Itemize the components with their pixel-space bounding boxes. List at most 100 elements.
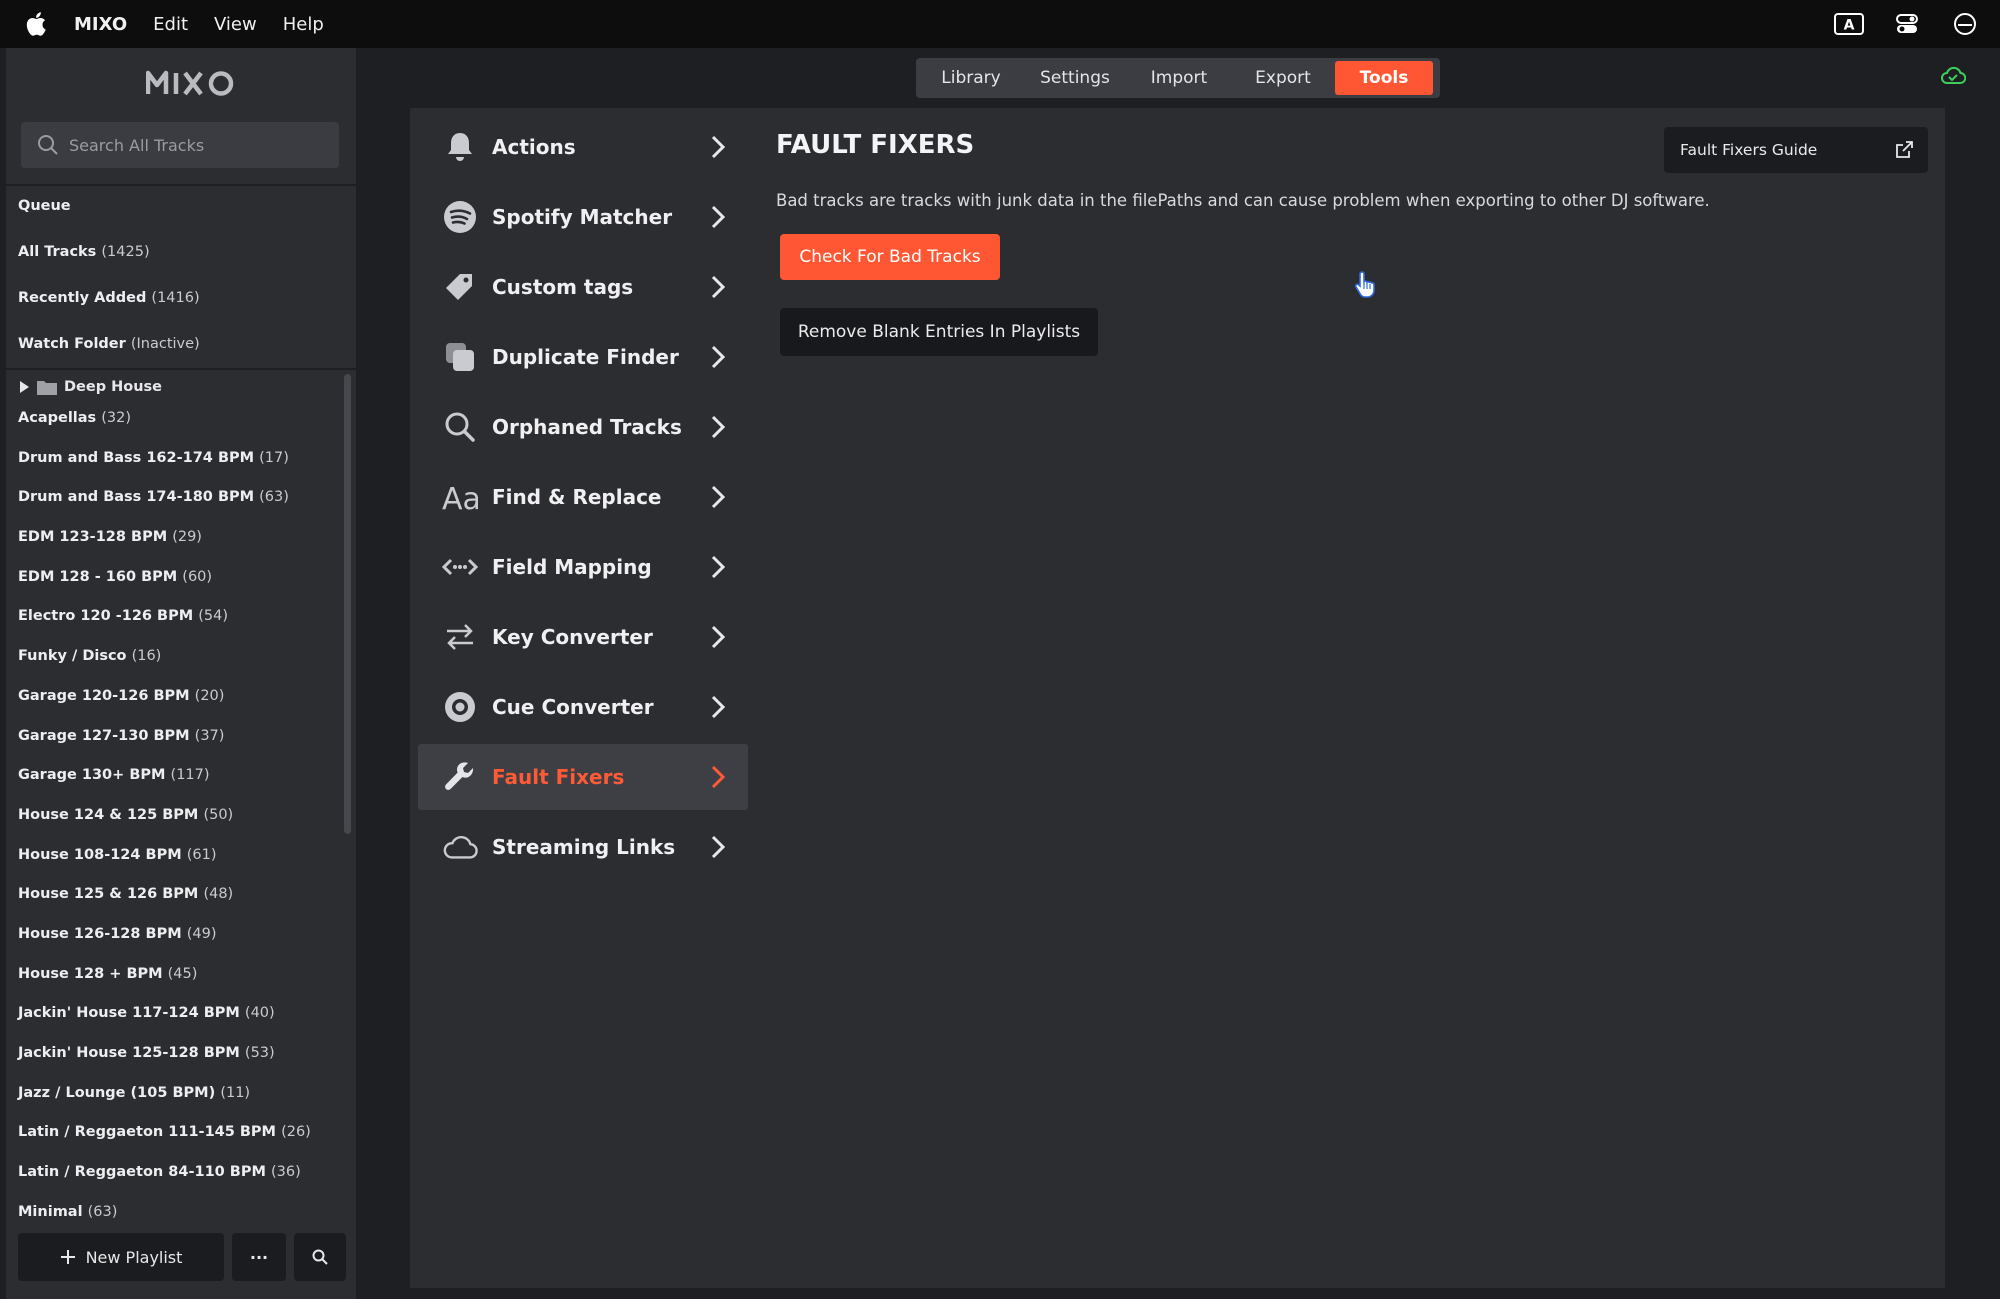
page-title: FAULT FIXERS: [776, 130, 975, 160]
target-icon: [442, 689, 478, 725]
folder-deep-house[interactable]: Deep House: [18, 378, 162, 396]
search-icon: [38, 135, 58, 155]
tab-library[interactable]: Library: [919, 61, 1023, 95]
library-watch-folder[interactable]: Watch Folder (Inactive): [18, 336, 200, 352]
tag-icon: [442, 269, 478, 305]
playlist-item[interactable]: Drum and Bass 174-180 BPM (63): [18, 489, 338, 529]
check-bad-tracks-button[interactable]: Check For Bad Tracks: [780, 234, 1000, 280]
tab-import[interactable]: Import: [1127, 61, 1231, 95]
new-playlist-button[interactable]: New Playlist: [18, 1233, 224, 1281]
bell-icon: [442, 129, 478, 165]
svg-text:Aa: Aa: [442, 482, 478, 512]
caret-right-icon[interactable]: [18, 380, 30, 394]
playlist-item[interactable]: House 108-124 BPM (61): [18, 847, 338, 887]
wrench-icon: [442, 759, 478, 795]
playlist-item[interactable]: Jackin' House 117-124 BPM (40): [18, 1005, 338, 1045]
chevron-right-icon: [711, 695, 726, 719]
svg-text:A: A: [1844, 18, 1855, 34]
library-queue[interactable]: Queue: [18, 198, 71, 214]
search-icon: [312, 1249, 328, 1265]
search-icon: [442, 409, 478, 445]
playlist-item[interactable]: Garage 127-130 BPM (37): [18, 728, 338, 768]
tool-find-replace[interactable]: Aa Find & Replace: [418, 464, 748, 530]
playlist-item[interactable]: Latin / Reggaeton 111-145 BPM (26): [18, 1124, 338, 1164]
playlist-item[interactable]: Jazz / Lounge (105 BPM) (11): [18, 1085, 338, 1125]
playlist-item[interactable]: Jackin' House 125-128 BPM (53): [18, 1045, 338, 1085]
chevron-right-icon: [711, 345, 726, 369]
search-playlists-button[interactable]: [294, 1233, 346, 1281]
chevron-right-icon: [711, 835, 726, 859]
status-circle-icon[interactable]: [1950, 10, 1980, 38]
tool-streaming-links[interactable]: Streaming Links: [418, 814, 748, 880]
playlist-item[interactable]: House 126-128 BPM (49): [18, 926, 338, 966]
tool-cue-converter[interactable]: Cue Converter: [418, 674, 748, 740]
sidebar-actions: New Playlist ···: [18, 1233, 346, 1281]
menu-bar: MIXO Edit View Help A: [0, 0, 2000, 48]
remove-blank-entries-button[interactable]: Remove Blank Entries In Playlists: [780, 308, 1098, 356]
playlist-item[interactable]: EDM 128 - 160 BPM (60): [18, 569, 338, 609]
sidebar-scrollbar[interactable]: [344, 374, 351, 834]
tool-spotify-matcher[interactable]: Spotify Matcher: [418, 184, 748, 250]
library-all-tracks[interactable]: All Tracks (1425): [18, 244, 150, 260]
playlist-item[interactable]: EDM 123-128 BPM (29): [18, 529, 338, 569]
page-description: Bad tracks are tracks with junk data in …: [776, 191, 1710, 210]
playlist-item[interactable]: Acapellas (32): [18, 410, 338, 450]
chevron-right-icon: [711, 205, 726, 229]
playlist-item[interactable]: House 128 + BPM (45): [18, 966, 338, 1006]
apple-logo-icon[interactable]: [26, 11, 48, 37]
tool-orphaned-tracks[interactable]: Orphaned Tracks: [418, 394, 748, 460]
search-placeholder: Search All Tracks: [69, 135, 205, 155]
tab-export[interactable]: Export: [1231, 61, 1335, 95]
library-recently-added[interactable]: Recently Added (1416): [18, 290, 200, 306]
divider: [6, 368, 356, 370]
chevron-right-icon: [711, 135, 726, 159]
mapping-icon: [442, 549, 478, 585]
playlist-item[interactable]: Latin / Reggaeton 84-110 BPM (36): [18, 1164, 338, 1204]
playlist-item[interactable]: Garage 130+ BPM (117): [18, 767, 338, 807]
sidebar: Search All Tracks Queue All Tracks (1425…: [6, 48, 356, 1299]
tool-key-converter[interactable]: Key Converter: [418, 604, 748, 670]
fault-fixers-guide-button[interactable]: Fault Fixers Guide: [1664, 127, 1928, 173]
external-link-icon: [1896, 141, 1913, 158]
tool-list: Actions Spotify Matcher Custom tags Dupl…: [418, 114, 748, 884]
chevron-right-icon: [711, 765, 726, 789]
chevron-right-icon: [711, 415, 726, 439]
tab-tools[interactable]: Tools: [1335, 61, 1433, 95]
playlist-item[interactable]: Electro 120 -126 BPM (54): [18, 608, 338, 648]
plus-icon: [60, 1250, 75, 1264]
playlist-item[interactable]: House 125 & 126 BPM (48): [18, 886, 338, 926]
playlist-list: Acapellas (32) Drum and Bass 162-174 BPM…: [18, 410, 338, 1243]
duplicate-icon: [442, 339, 478, 375]
playlist-item[interactable]: Drum and Bass 162-174 BPM (17): [18, 450, 338, 490]
main-tabs: Library Settings Import Export Tools: [916, 58, 1440, 98]
menu-edit[interactable]: Edit: [153, 14, 188, 35]
control-center-icon[interactable]: [1892, 10, 1922, 38]
more-dots-icon: ···: [249, 1247, 269, 1267]
chevron-right-icon: [711, 625, 726, 649]
divider: [6, 184, 356, 186]
tool-duplicate-finder[interactable]: Duplicate Finder: [418, 324, 748, 390]
tool-actions[interactable]: Actions: [418, 114, 748, 180]
font-icon: Aa: [442, 479, 478, 515]
menu-help[interactable]: Help: [283, 14, 324, 35]
tab-settings[interactable]: Settings: [1023, 61, 1127, 95]
playlist-item[interactable]: Garage 120-126 BPM (20): [18, 688, 338, 728]
mixo-logo: [146, 66, 236, 100]
more-options-button[interactable]: ···: [232, 1233, 286, 1281]
tool-custom-tags[interactable]: Custom tags: [418, 254, 748, 320]
chevron-right-icon: [711, 275, 726, 299]
cloud-sync-icon[interactable]: [1940, 66, 1967, 86]
playlist-item[interactable]: House 124 & 125 BPM (50): [18, 807, 338, 847]
chevron-right-icon: [711, 555, 726, 579]
search-all-tracks-input[interactable]: Search All Tracks: [21, 122, 339, 168]
keyboard-a-icon[interactable]: A: [1834, 10, 1864, 38]
menu-view[interactable]: View: [214, 14, 257, 35]
tool-field-mapping[interactable]: Field Mapping: [418, 534, 748, 600]
menu-app-name[interactable]: MIXO: [74, 14, 127, 35]
cloud-icon: [442, 829, 478, 865]
tools-panel: Actions Spotify Matcher Custom tags Dupl…: [410, 108, 1945, 1288]
chevron-right-icon: [711, 485, 726, 509]
playlist-item[interactable]: Funky / Disco (16): [18, 648, 338, 688]
tool-fault-fixers[interactable]: Fault Fixers: [418, 744, 748, 810]
folder-icon: [37, 381, 57, 395]
